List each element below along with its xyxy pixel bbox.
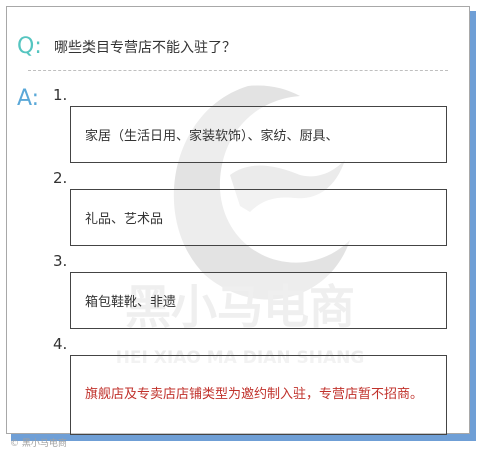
answer-item-box: 礼品、艺术品 (70, 189, 447, 246)
answer-item-text: 旗舰店及专卖店店铺类型为邀约制入驻，专营店暂不招商。 (85, 387, 424, 402)
answer-item-number: 1. (53, 86, 68, 104)
answer-item-text: 礼品、艺术品 (85, 212, 164, 227)
question-label: Q: (17, 34, 42, 59)
answer-item-text: 家居（生活日用、家装软饰）、家纺、厨具、 (85, 129, 339, 144)
answer-item-text: 箱包鞋靴、非遗 (85, 295, 177, 310)
divider (28, 70, 448, 71)
answer-item-number: 3. (53, 252, 68, 270)
answer-item-box: 家居（生活日用、家装软饰）、家纺、厨具、 (70, 106, 447, 163)
answer-label: A: (17, 86, 40, 111)
question-text: 哪些类目专营店不能入驻了？ (54, 40, 236, 56)
answer-item-box: 旗舰店及专卖店店铺类型为邀约制入驻，专营店暂不招商。 (70, 355, 447, 435)
answer-item-box: 箱包鞋靴、非遗 (70, 272, 447, 329)
answer-item-number: 2. (53, 169, 68, 187)
image-credit: © 黑小马电商 (10, 439, 67, 449)
answer-item-number: 4. (53, 335, 68, 353)
